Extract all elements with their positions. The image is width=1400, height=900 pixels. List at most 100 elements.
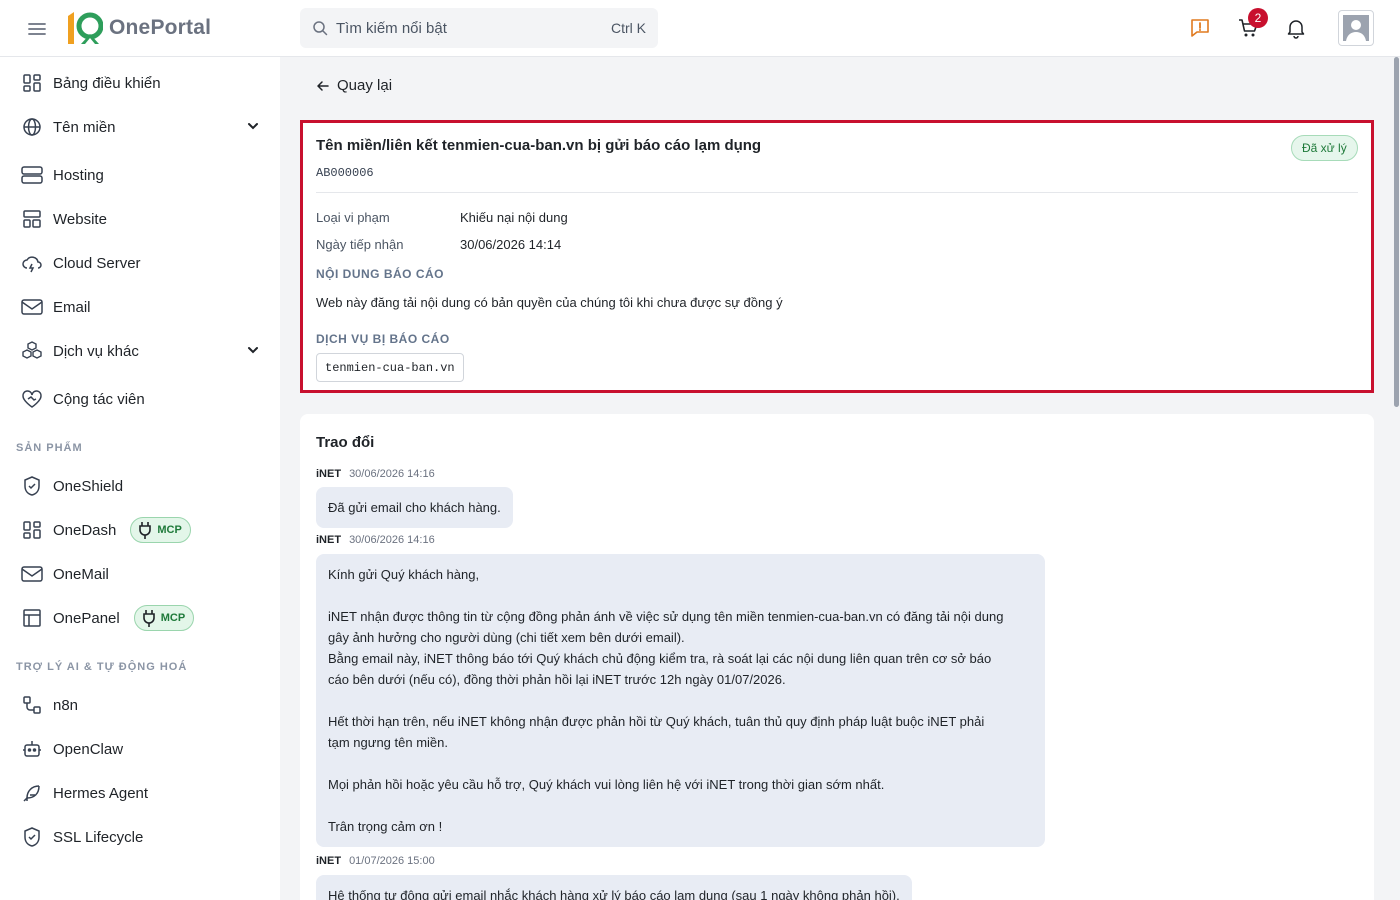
message-line: iNET nhận được thông tin từ cộng đồng ph…: [328, 609, 1004, 624]
divider: [316, 192, 1358, 193]
sidebar-item-label: OpenClaw: [53, 740, 124, 758]
dashboard-icon: [20, 518, 44, 542]
shield-check-icon: [20, 825, 44, 849]
sidebar-item-label: n8n: [53, 696, 79, 714]
sidebar-item-other-services[interactable]: Dịch vụ khác: [0, 329, 280, 373]
sidebar-item-cloud-server[interactable]: Cloud Server: [0, 241, 280, 285]
sidebar: Bảng điều khiển Tên miền Hosting Website…: [0, 57, 280, 900]
sidebar-item-label: Cloud Server: [53, 254, 141, 272]
arrow-left-icon: [317, 80, 329, 91]
received-date-label: Ngày tiếp nhận: [316, 237, 404, 252]
cart-count-badge: 2: [1248, 8, 1268, 28]
feedback-icon[interactable]: [1188, 16, 1212, 40]
status-badge: Đã xử lý: [1291, 135, 1358, 161]
sidebar-item-label: Website: [53, 210, 107, 228]
sidebar-item-label: Bảng điều khiển: [53, 74, 161, 92]
shield-icon: [20, 474, 44, 498]
search-input[interactable]: [336, 19, 611, 37]
sidebar-item-hermes-agent[interactable]: Hermes Agent: [0, 771, 280, 815]
menu-icon[interactable]: [26, 18, 48, 40]
sidebar-item-label: Hermes Agent: [53, 784, 149, 802]
chevron-down-icon: [245, 118, 261, 134]
sidebar-item-hosting[interactable]: Hosting: [0, 153, 280, 197]
sidebar-item-email[interactable]: Email: [0, 285, 280, 329]
message-bubble: Hệ thống tự động gửi email nhắc khách hà…: [316, 875, 912, 900]
sidebar-item-affiliate[interactable]: Cộng tác viên: [0, 377, 280, 421]
sidebar-item-openclaw[interactable]: OpenClaw: [0, 727, 280, 771]
reported-service-chip[interactable]: tenmien-cua-ban.vn: [316, 353, 464, 382]
report-code: AB000006: [316, 166, 374, 180]
chevron-down-icon: [245, 342, 261, 358]
message-meta: iNET 30/06/2026 14:16: [316, 468, 435, 480]
sidebar-item-label: Email: [53, 298, 91, 316]
report-content-heading: NỘI DUNG BÁO CÁO: [316, 267, 444, 281]
message-line: Trân trọng cảm ơn !: [328, 819, 443, 834]
received-date-value: 30/06/2026 14:14: [460, 237, 562, 252]
sidebar-item-n8n[interactable]: n8n: [0, 683, 280, 727]
cloud-icon: [20, 251, 44, 275]
logo[interactable]: OnePortal: [65, 10, 211, 46]
sidebar-item-oneshield[interactable]: OneShield: [0, 464, 280, 508]
boxes-icon: [20, 339, 44, 363]
bell-icon[interactable]: [1284, 16, 1308, 40]
violation-type-value: Khiếu nại nội dung: [460, 210, 568, 225]
sidebar-item-label: OnePanel: [53, 609, 120, 627]
message-bubble: Kính gửi Quý khách hàng, iNET nhận được …: [316, 554, 1045, 847]
mail-icon: [20, 295, 44, 319]
page-scrollbar[interactable]: [1392, 57, 1400, 900]
handshake-icon: [20, 387, 44, 411]
search-shortcut: Ctrl K: [611, 20, 646, 36]
message-meta: iNET 01/07/2026 15:00: [316, 855, 435, 867]
message-line: Bằng email này, iNET thông báo tới Quý k…: [328, 651, 992, 666]
scrollbar-thumb[interactable]: [1394, 57, 1399, 407]
sidebar-item-label: Dịch vụ khác: [53, 342, 139, 360]
sidebar-item-onepanel[interactable]: OnePanel MCP: [0, 596, 280, 640]
message-line: cáo bên dưới (nếu có), đồng thời phản hồ…: [328, 672, 786, 687]
message-line: tạm ngưng tên miền.: [328, 735, 448, 750]
sidebar-item-ssl-lifecycle[interactable]: SSL Lifecycle: [0, 815, 280, 859]
sidebar-item-label: Hosting: [53, 166, 104, 184]
sidebar-item-label: Cộng tác viên: [53, 390, 145, 408]
mcp-badge-label: MCP: [157, 524, 182, 536]
message-author: iNET: [316, 468, 342, 480]
message-line: Kính gửi Quý khách hàng,: [328, 567, 480, 582]
sidebar-item-dashboard[interactable]: Bảng điều khiển: [0, 61, 280, 105]
message-line: [328, 795, 1033, 816]
sidebar-item-domains[interactable]: Tên miền: [0, 105, 280, 149]
search-icon: [313, 21, 328, 36]
layout-icon: [20, 207, 44, 231]
sidebar-item-onemail[interactable]: OneMail: [0, 552, 280, 596]
back-label: Quay lại: [337, 77, 393, 94]
mail-icon: [20, 562, 44, 586]
panel-icon: [20, 606, 44, 630]
exchange-title: Trao đổi: [316, 434, 375, 451]
sidebar-item-label: OneMail: [53, 565, 109, 583]
message-time: 30/06/2026 14:16: [349, 534, 435, 546]
message-line: Mọi phản hồi hoặc yêu cầu hỗ trợ, Quý kh…: [328, 777, 885, 792]
avatar[interactable]: [1338, 10, 1374, 46]
search-bar[interactable]: Ctrl K: [300, 8, 658, 48]
mcp-badge: MCP: [130, 517, 191, 543]
sidebar-item-label: Tên miền: [53, 118, 116, 136]
message-author: iNET: [316, 855, 342, 867]
workflow-icon: [20, 693, 44, 717]
sidebar-item-onedash[interactable]: OneDash MCP: [0, 508, 280, 552]
message-line: Hệ thống tự động gửi email nhắc khách hà…: [328, 888, 900, 900]
message-line: Hết thời hạn trên, nếu iNET không nhận đ…: [328, 714, 985, 729]
bot-icon: [20, 737, 44, 761]
feather-icon: [20, 781, 44, 805]
reported-service-heading: DỊCH VỤ BỊ BÁO CÁO: [316, 332, 450, 346]
sidebar-item-website[interactable]: Website: [0, 197, 280, 241]
message-line: [328, 690, 1033, 711]
products-section-title: SẢN PHẨM: [16, 442, 83, 454]
exchange-card: Trao đổi iNET 30/06/2026 14:16 Đã gửi ema…: [300, 414, 1374, 900]
sidebar-item-label: OneDash: [53, 521, 117, 539]
mcp-badge-label: MCP: [160, 612, 186, 624]
message-bubble: Đã gửi email cho khách hàng.: [316, 487, 513, 528]
violation-type-label: Loại vi phạm: [316, 210, 390, 225]
back-link[interactable]: Quay lại: [316, 77, 392, 94]
sidebar-item-label: OneShield: [53, 477, 124, 495]
message-line: [328, 753, 1033, 774]
ai-section-title: TRỢ LÝ AI & TỰ ĐỘNG HOÁ: [16, 661, 188, 673]
main-content: Quay lại Tên miền/liên kết tenmien-cua-b…: [280, 57, 1390, 900]
